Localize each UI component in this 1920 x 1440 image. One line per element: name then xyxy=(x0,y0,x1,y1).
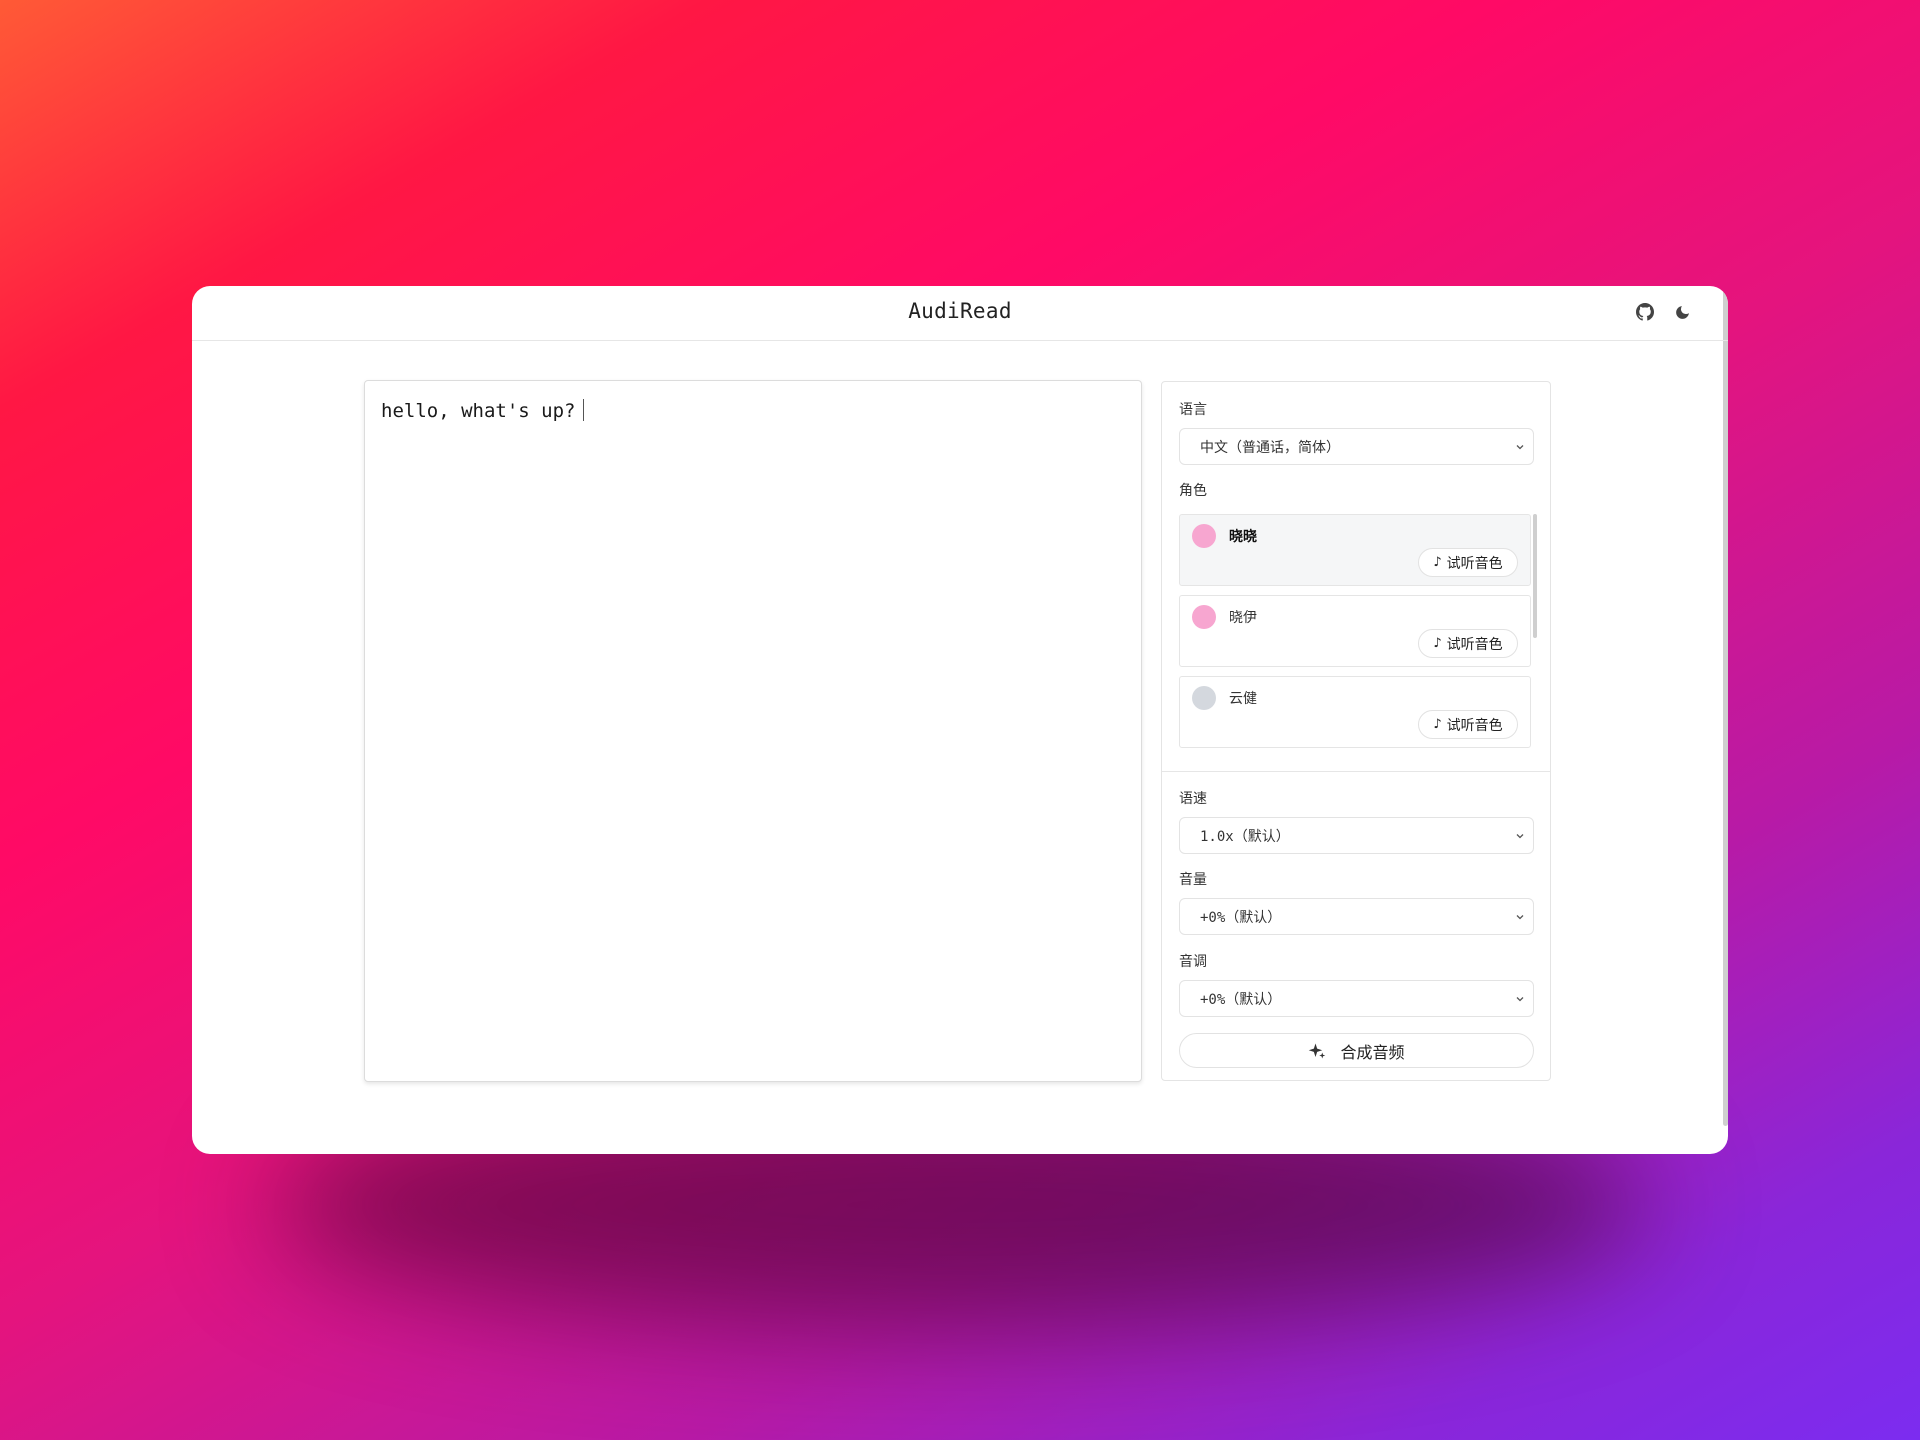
role-name: 晓晓 xyxy=(1229,529,1257,545)
avatar xyxy=(1192,686,1216,710)
avatar xyxy=(1192,524,1216,548)
moon-icon[interactable] xyxy=(1671,301,1693,323)
role-list: 晓晓 ♪ 试听音色 晓伊 ♪ 试听音色 云健 ♪ 试听音色 xyxy=(1179,514,1534,762)
language-value: 中文（普通话，简体） xyxy=(1200,439,1340,456)
synthesize-label: 合成音频 xyxy=(1340,1042,1405,1062)
role-name: 云健 xyxy=(1229,691,1257,707)
chevron-down-icon xyxy=(1516,997,1524,1002)
synthesize-button[interactable]: 合成音频 xyxy=(1179,1033,1534,1068)
rate-label: 语速 xyxy=(1179,791,1207,807)
volume-value: +0%（默认） xyxy=(1200,909,1282,926)
role-label: 角色 xyxy=(1179,483,1207,499)
pitch-label: 音调 xyxy=(1179,954,1207,970)
editor-content[interactable]: hello, what's up? xyxy=(381,399,585,422)
language-label: 语言 xyxy=(1179,402,1207,418)
top-bar: AudiRead xyxy=(192,286,1728,341)
divider xyxy=(1162,771,1550,772)
volume-label: 音量 xyxy=(1179,872,1207,888)
volume-select[interactable]: +0%（默认） xyxy=(1179,898,1534,935)
rate-value: 1.0x（默认） xyxy=(1200,828,1290,845)
chevron-down-icon xyxy=(1516,834,1524,839)
github-icon[interactable] xyxy=(1634,301,1656,323)
language-select[interactable]: 中文（普通话，简体） xyxy=(1179,428,1534,465)
music-note-icon: ♪ xyxy=(1433,555,1442,570)
preview-voice-button[interactable]: ♪ 试听音色 xyxy=(1418,710,1518,739)
role-card-xiaoyi[interactable]: 晓伊 ♪ 试听音色 xyxy=(1179,595,1531,667)
music-note-icon: ♪ xyxy=(1433,717,1442,732)
settings-panel: 语言 中文（普通话，简体） 角色 晓晓 ♪ 试听音色 晓伊 ♪ 试听音色 云健 … xyxy=(1161,381,1551,1081)
sparkle-icon xyxy=(1308,1042,1326,1060)
pitch-select[interactable]: +0%（默认） xyxy=(1179,980,1534,1017)
text-editor[interactable]: hello, what's up? xyxy=(364,380,1142,1082)
preview-voice-label: 试听音色 xyxy=(1446,636,1503,653)
role-list-scrollbar[interactable] xyxy=(1533,514,1537,638)
role-card-yunjian[interactable]: 云健 ♪ 试听音色 xyxy=(1179,676,1531,748)
role-name: 晓伊 xyxy=(1229,610,1257,626)
text-caret xyxy=(583,399,585,421)
chevron-down-icon xyxy=(1516,445,1524,450)
preview-voice-label: 试听音色 xyxy=(1446,555,1503,572)
preview-voice-button[interactable]: ♪ 试听音色 xyxy=(1418,548,1518,577)
preview-voice-button[interactable]: ♪ 试听音色 xyxy=(1418,629,1518,658)
preview-voice-label: 试听音色 xyxy=(1446,717,1503,734)
rate-select[interactable]: 1.0x（默认） xyxy=(1179,817,1534,854)
editor-text: hello, what's up? xyxy=(381,400,576,422)
app-title: AudiRead xyxy=(908,299,1012,323)
pitch-value: +0%（默认） xyxy=(1200,991,1282,1008)
avatar xyxy=(1192,605,1216,629)
chevron-down-icon xyxy=(1516,915,1524,920)
music-note-icon: ♪ xyxy=(1433,636,1442,651)
role-card-xiaoxiao[interactable]: 晓晓 ♪ 试听音色 xyxy=(1179,514,1531,586)
window-scrollbar[interactable] xyxy=(1723,286,1728,1126)
app-window: AudiRead hello, what's up? 语言 中文（普通话，简体）… xyxy=(192,286,1728,1154)
